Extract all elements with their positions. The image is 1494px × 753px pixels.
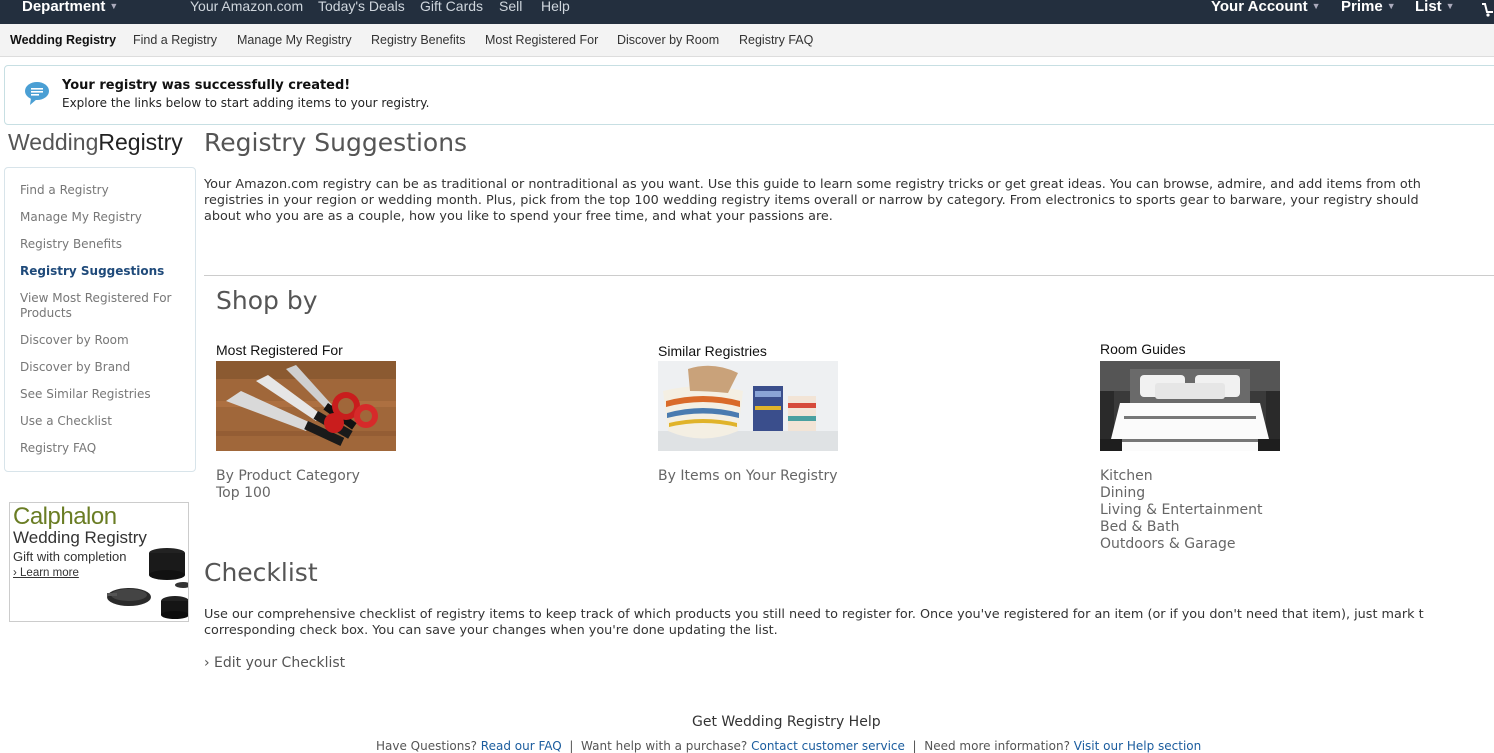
bedroom-image[interactable]	[1100, 361, 1280, 451]
checklist-line: corresponding check box. You can save yo…	[204, 623, 778, 638]
link-top-100[interactable]: Top 100	[216, 485, 360, 502]
ad-learn-more-link[interactable]: › Learn more	[13, 567, 79, 579]
room-guides-title[interactable]: Room Guides	[1100, 341, 1186, 357]
speech-bubble-icon	[25, 82, 49, 105]
sidebar-item-registry-faq[interactable]: Registry FAQ	[20, 441, 185, 456]
chevron-down-icon: ▼	[1445, 1, 1455, 11]
alert-message: Explore the links below to start adding …	[62, 96, 430, 110]
section-divider	[204, 275, 1494, 276]
subnav-wedding-registry[interactable]: Wedding Registry	[10, 33, 116, 47]
cart-icon[interactable]	[1480, 2, 1494, 18]
wedding-registry-logo: WeddingRegistry	[8, 129, 183, 156]
chevron-down-icon: ▼	[1311, 1, 1321, 11]
help-heading: Get Wedding Registry Help	[692, 714, 881, 730]
sidebar-item-most-registered-products[interactable]: View Most Registered For Products	[20, 291, 185, 321]
list-label: List	[1415, 0, 1442, 15]
help-q1: Have Questions?	[376, 739, 477, 753]
contact-customer-service-link[interactable]: Contact customer service	[751, 739, 905, 753]
department-menu[interactable]: Department ▼	[22, 0, 118, 15]
link-living-entertainment[interactable]: Living & Entertainment	[1100, 502, 1262, 519]
subnav-most-registered-for[interactable]: Most Registered For	[485, 33, 598, 47]
prime-menu[interactable]: Prime ▼	[1341, 0, 1396, 15]
nav-link-sell[interactable]: Sell	[499, 0, 522, 14]
chevron-down-icon: ▼	[1386, 1, 1396, 11]
link-bed-bath[interactable]: Bed & Bath	[1100, 519, 1262, 536]
logo-text-light: Wedding	[8, 129, 99, 155]
intro-line: registries in your region or wedding mon…	[204, 193, 1419, 208]
most-registered-links: By Product Category Top 100	[216, 468, 360, 502]
similar-registries-links: By Items on Your Registry	[658, 468, 838, 485]
separator: |	[569, 739, 574, 753]
registry-subnav: Wedding Registry Find a Registry Manage …	[0, 24, 1494, 57]
room-guides-links: Kitchen Dining Living & Entertainment Be…	[1100, 468, 1262, 553]
subnav-manage-my-registry[interactable]: Manage My Registry	[237, 33, 352, 47]
subnav-find-a-registry[interactable]: Find a Registry	[133, 33, 217, 47]
subnav-discover-by-room[interactable]: Discover by Room	[617, 33, 719, 47]
calphalon-ad-banner[interactable]: Calphalon Wedding Registry Gift with com…	[9, 502, 189, 622]
most-registered-for-title[interactable]: Most Registered For	[216, 342, 343, 358]
top-navigation-bar: Department ▼ Your Amazon.com Today's Deal…	[0, 0, 1494, 24]
help-section-link[interactable]: Visit our Help section	[1074, 739, 1201, 753]
link-outdoors-garage[interactable]: Outdoors & Garage	[1100, 536, 1262, 553]
sidebar-item-registry-benefits[interactable]: Registry Benefits	[20, 237, 185, 252]
sidebar-item-find-a-registry[interactable]: Find a Registry	[20, 183, 185, 198]
link-kitchen[interactable]: Kitchen	[1100, 468, 1262, 485]
ad-brand: Calphalon	[13, 503, 117, 530]
subnav-registry-faq[interactable]: Registry FAQ	[739, 33, 813, 47]
list-menu[interactable]: List ▼	[1415, 0, 1455, 15]
page-title: Registry Suggestions	[204, 128, 468, 157]
success-alert: Your registry was successfully created! …	[4, 65, 1494, 125]
your-account-label: Your Account	[1211, 0, 1308, 15]
link-dining[interactable]: Dining	[1100, 485, 1262, 502]
logo-text-strong: Registry	[98, 129, 183, 155]
separator: |	[912, 739, 917, 753]
your-account-menu[interactable]: Your Account ▼	[1211, 0, 1321, 15]
sidebar-item-use-a-checklist[interactable]: Use a Checklist	[20, 414, 185, 429]
sidebar-item-similar-registries[interactable]: See Similar Registries	[20, 387, 185, 402]
help-links-line: Have Questions? Read our FAQ | Want help…	[376, 739, 1201, 753]
edit-checklist-link[interactable]: › Edit your Checklist	[204, 655, 345, 671]
help-q2: Want help with a purchase?	[581, 739, 748, 753]
chevron-down-icon: ▼	[109, 1, 119, 11]
sidebar-item-discover-by-room[interactable]: Discover by Room	[20, 333, 185, 348]
link-by-product-category[interactable]: By Product Category	[216, 468, 360, 485]
department-label: Department	[22, 0, 106, 15]
link-by-items-on-registry[interactable]: By Items on Your Registry	[658, 468, 838, 485]
bowls-image[interactable]	[658, 361, 838, 451]
similar-registries-title[interactable]: Similar Registries	[658, 343, 767, 359]
prime-label: Prime	[1341, 0, 1383, 15]
ad-learn-more-label: Learn more	[20, 567, 79, 579]
shop-by-heading: Shop by	[216, 286, 318, 315]
intro-line: Your Amazon.com registry can be as tradi…	[204, 177, 1421, 192]
intro-line: about who you are as a couple, how you l…	[204, 209, 833, 224]
nav-link-your-amazon[interactable]: Your Amazon.com	[190, 0, 303, 14]
sidebar-navigation: Find a Registry Manage My Registry Regis…	[4, 167, 196, 472]
subnav-registry-benefits[interactable]: Registry Benefits	[371, 33, 465, 47]
sidebar-item-registry-suggestions[interactable]: Registry Suggestions	[20, 264, 185, 279]
checklist-line: Use our comprehensive checklist of regis…	[204, 607, 1424, 622]
intro-paragraph: Your Amazon.com registry can be as tradi…	[204, 177, 1494, 225]
sidebar-item-discover-by-brand[interactable]: Discover by Brand	[20, 360, 185, 375]
nav-link-todays-deals[interactable]: Today's Deals	[318, 0, 405, 14]
checklist-paragraph: Use our comprehensive checklist of regis…	[204, 607, 1494, 639]
help-q3: Need more information?	[924, 739, 1070, 753]
cookware-image	[107, 548, 188, 619]
nav-link-gift-cards[interactable]: Gift Cards	[420, 0, 483, 14]
read-faq-link[interactable]: Read our FAQ	[481, 739, 562, 753]
checklist-heading: Checklist	[204, 558, 318, 587]
nav-link-help[interactable]: Help	[541, 0, 570, 14]
sidebar-item-manage-my-registry[interactable]: Manage My Registry	[20, 210, 185, 225]
alert-title: Your registry was successfully created!	[62, 78, 351, 93]
knives-image[interactable]	[216, 361, 396, 451]
